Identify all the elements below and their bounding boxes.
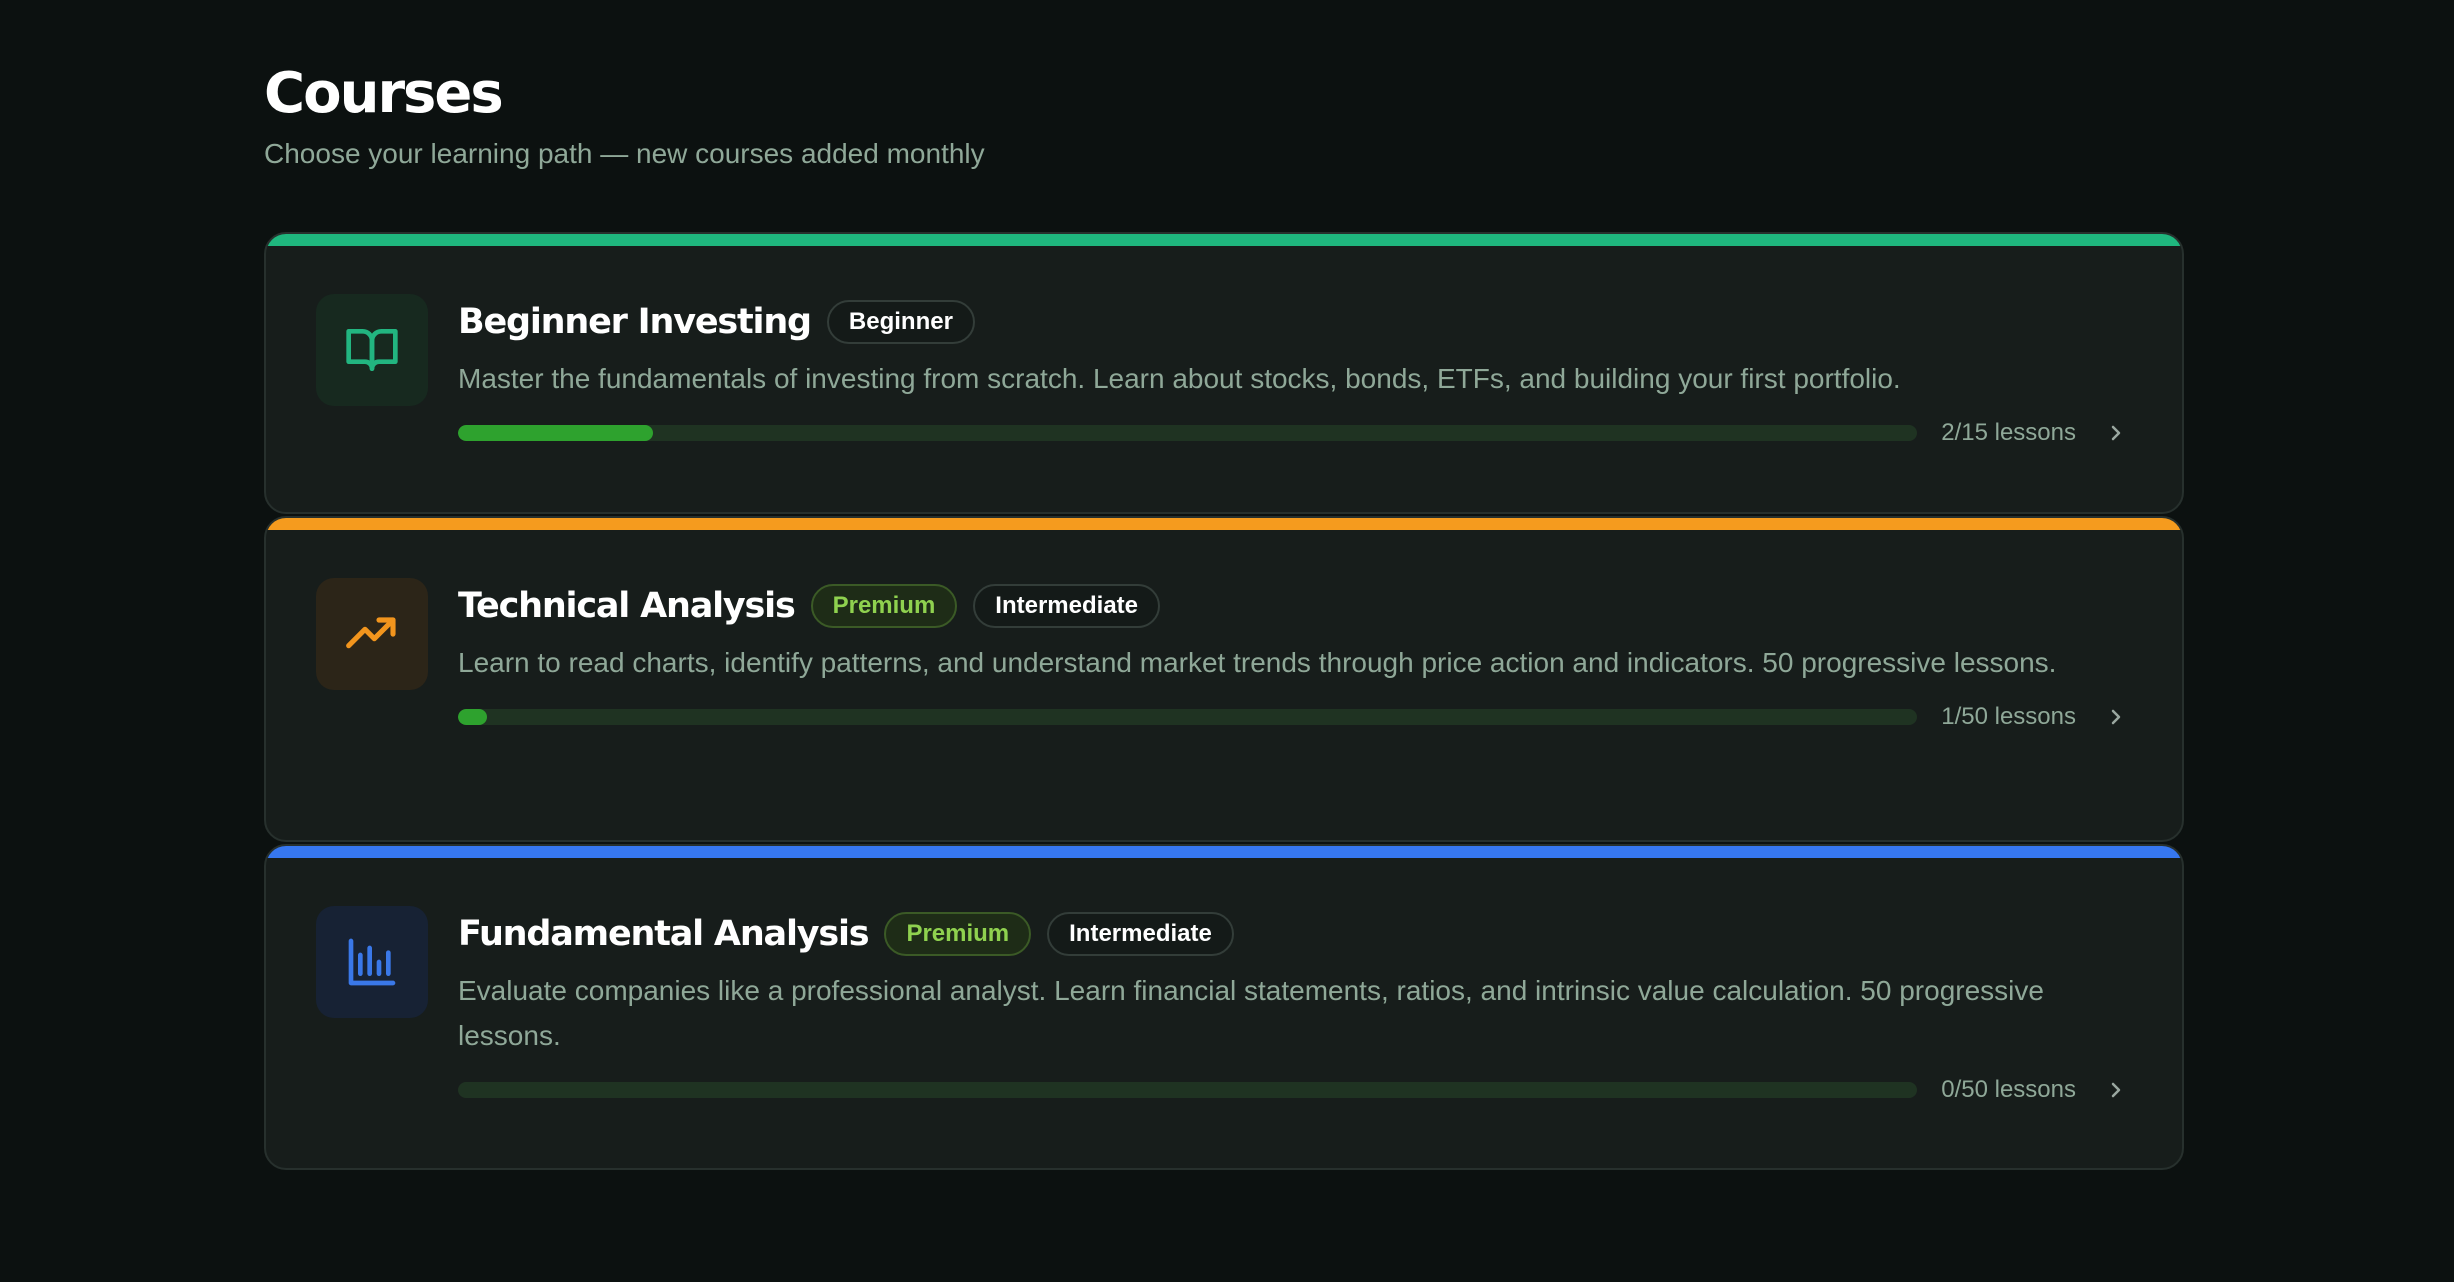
open-course-button[interactable]	[2106, 703, 2126, 731]
open-course-button[interactable]	[2106, 419, 2126, 447]
course-card-fundamental-analysis[interactable]: Fundamental Analysis Premium Intermediat…	[264, 844, 2184, 1170]
courses-page: Courses Choose your learning path — new …	[0, 0, 2454, 1282]
level-badge: Intermediate	[1047, 912, 1234, 956]
premium-badge: Premium	[810, 584, 958, 628]
course-description: Learn to read charts, identify patterns,…	[458, 647, 2057, 678]
course-progress: 1/50 lessons	[458, 699, 2126, 735]
course-progress: 0/50 lessons	[458, 1072, 2126, 1108]
course-description: Master the fundamentals of investing fro…	[458, 363, 1901, 394]
course-description: Evaluate companies like a professional a…	[458, 975, 2044, 1051]
bar-chart-icon	[348, 938, 396, 986]
course-title: Beginner Investing	[458, 302, 812, 342]
course-title: Fundamental Analysis	[458, 914, 870, 954]
progress-track	[458, 1082, 1918, 1098]
premium-badge: Premium	[884, 912, 1032, 956]
course-icon-tile	[316, 294, 428, 406]
course-progress: 2/15 lessons	[458, 415, 2126, 451]
course-card-body: Technical Analysis Premium Intermediate …	[458, 578, 2126, 735]
progress-label: 1/50 lessons	[1941, 703, 2076, 730]
page-header: Courses Choose your learning path — new …	[264, 58, 985, 172]
trending-up-icon	[346, 617, 396, 649]
course-card-beginner-investing[interactable]: Beginner Investing Beginner Master the f…	[264, 232, 2184, 514]
course-list: Beginner Investing Beginner Master the f…	[264, 232, 2184, 1170]
page-title: Courses	[264, 61, 504, 126]
open-course-button[interactable]	[2106, 1076, 2126, 1104]
level-badge: Intermediate	[973, 584, 1161, 628]
book-icon	[346, 329, 398, 371]
chevron-right-icon	[2111, 709, 2121, 725]
course-title-row: Technical Analysis Premium Intermediate	[458, 578, 2126, 634]
course-card-technical-analysis[interactable]: Technical Analysis Premium Intermediate …	[264, 516, 2184, 842]
course-title-row: Fundamental Analysis Premium Intermediat…	[458, 906, 2126, 962]
card-accent-bar	[266, 518, 2182, 530]
course-title: Technical Analysis	[458, 586, 796, 626]
progress-label: 2/15 lessons	[1941, 419, 2076, 446]
chevron-right-icon	[2111, 425, 2121, 441]
course-card-body: Fundamental Analysis Premium Intermediat…	[458, 906, 2126, 1108]
card-accent-bar	[266, 846, 2182, 858]
course-title-row: Beginner Investing Beginner	[458, 294, 2126, 350]
page-subtitle: Choose your learning path — new courses …	[264, 138, 985, 169]
progress-track	[458, 425, 1918, 441]
course-icon-tile	[316, 578, 428, 690]
progress-track	[458, 709, 1918, 725]
card-accent-bar	[266, 234, 2182, 246]
course-card-body: Beginner Investing Beginner Master the f…	[458, 294, 2126, 451]
course-icon-tile	[316, 906, 428, 1018]
progress-fill	[458, 425, 653, 441]
progress-label: 0/50 lessons	[1941, 1076, 2076, 1103]
level-badge: Beginner	[826, 300, 975, 344]
progress-fill	[458, 709, 488, 725]
chevron-right-icon	[2111, 1082, 2121, 1098]
